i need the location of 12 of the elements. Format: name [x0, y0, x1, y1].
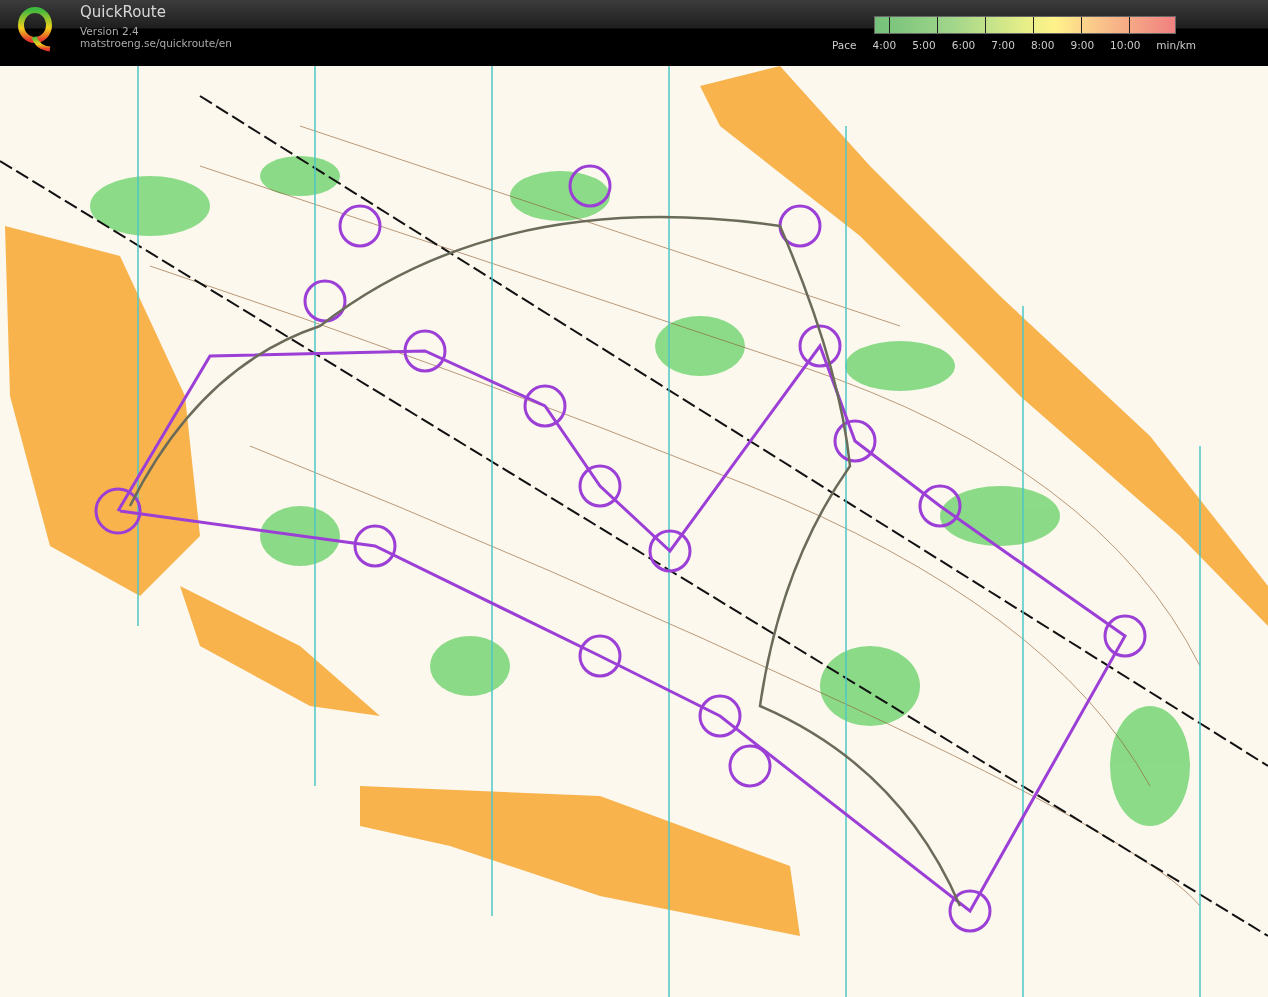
pace-tick-label: 4:00 — [872, 38, 897, 53]
pace-label: Pace — [832, 38, 857, 53]
pace-tick-label: 8:00 — [1030, 38, 1055, 53]
pace-unit: min/km — [1156, 38, 1196, 53]
pace-tick-label: 10:00 — [1110, 38, 1141, 53]
pace-tick-label: 5:00 — [912, 38, 936, 53]
pace-tick-label: 9:00 — [1070, 38, 1095, 53]
pace-tick-label: 7:00 — [991, 38, 1015, 53]
pace-tick-label: 6:00 — [951, 38, 976, 53]
version-text: Version 2.4 — [80, 24, 140, 38]
website-url: matstroeng.se/quickroute/en — [80, 37, 232, 50]
app-title: QuickRoute — [80, 4, 167, 21]
